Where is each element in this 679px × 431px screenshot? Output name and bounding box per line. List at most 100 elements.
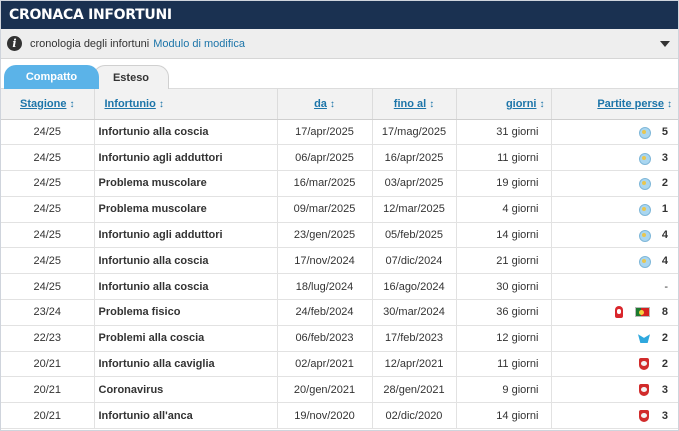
from-date-cell: 20/gen/2021 [277,376,373,404]
games-missed-cell: 4 [551,247,678,275]
injury-cell: Infortunio alla coscia [94,119,278,146]
column-header-from[interactable]: da ↕ [277,89,373,120]
games-missed-cell: 8 [551,299,678,326]
games-missed-cell: 3 [551,376,678,404]
from-date-cell: 19/nov/2020 [277,402,373,430]
sort-icon: ↕ [429,98,435,110]
benfica-crest-icon[interactable] [638,357,650,371]
info-icon: i [7,36,22,51]
games-missed-cell: 4 [551,222,678,249]
sort-icon: ↕ [158,98,164,110]
season-cell: 24/25 [1,170,95,197]
games-missed-cell: 2 [551,325,678,352]
until-date-cell: 05/feb/2025 [372,222,457,249]
lazio-crest-icon[interactable] [638,151,651,165]
table-row: 24/25 Infortunio alla coscia 17/apr/2025 17… [1,119,678,146]
lazio-crest-icon[interactable] [638,125,651,139]
nottingham-forest-crest-icon[interactable] [613,305,625,319]
season-cell: 20/21 [1,351,95,378]
table-row: 24/25 Infortunio agli adduttori 06/apr/202… [1,144,678,172]
until-date-cell: 12/mar/2025 [372,196,457,223]
until-date-cell: 17/mag/2025 [372,119,457,146]
days-cell: 4 giorni [456,196,552,223]
until-date-cell: 16/ago/2024 [372,273,457,301]
benfica-crest-icon[interactable] [638,409,650,423]
column-header-games-missed[interactable]: Partite perse ↕ [551,89,678,120]
injury-cell: Infortunio agli adduttori [94,144,278,172]
marseille-crest-icon[interactable] [638,331,650,345]
sort-icon: ↕ [69,98,75,110]
games-missed-cell: 2 [551,351,678,378]
tab-esteso[interactable]: Esteso [93,65,169,89]
games-missed-cell: - [551,273,678,301]
table-row: 24/25 Problema muscolare 09/mar/2025 12/mar… [1,196,678,223]
from-date-cell: 24/feb/2024 [277,299,373,326]
until-date-cell: 30/mar/2024 [372,299,457,326]
view-tabs: Esteso Compatto [1,59,678,89]
days-cell: 11 giorni [456,144,552,172]
from-date-cell: 16/mar/2025 [277,170,373,197]
injury-cell: Problema muscolare [94,196,278,223]
column-header-until[interactable]: fino al ↕ [372,89,457,120]
from-date-cell: 06/apr/2025 [277,144,373,172]
season-cell: 22/23 [1,325,95,352]
table-row: 20/21 Coronavirus 20/gen/2021 28/gen/2021 9 … [1,376,678,404]
table-row: 24/25 Infortunio agli adduttori 23/gen/202… [1,222,678,249]
lazio-crest-icon[interactable] [638,254,651,268]
games-missed-cell: 2 [551,170,678,197]
until-date-cell: 07/dic/2024 [372,247,457,275]
days-cell: 19 giorni [456,170,552,197]
injury-cell: Infortunio alla caviglia [94,351,278,378]
injury-cell: Problema fisico [94,299,278,326]
season-cell: 24/25 [1,222,95,249]
games-missed-cell: 3 [551,402,678,430]
games-missed-cell: 5 [551,119,678,146]
injury-cell: Infortunio alla coscia [94,273,278,301]
days-cell: 14 giorni [456,222,552,249]
from-date-cell: 06/feb/2023 [277,325,373,352]
column-header-days[interactable]: giorni ↕ [456,89,552,120]
games-missed-count: 2 [661,332,668,345]
from-date-cell: 23/gen/2025 [277,222,373,249]
info-text: cronologia degli infortuni [30,37,150,50]
page-title: CRONACA INFORTUNI [1,1,678,29]
lazio-crest-icon[interactable] [638,202,651,217]
portugal-flag-icon [635,307,650,318]
season-cell: 24/25 [1,119,95,146]
info-bar: i cronologia degli infortuni Modulo di m… [1,29,678,59]
chevron-down-icon[interactable] [660,41,670,47]
until-date-cell: 28/gen/2021 [372,376,457,404]
games-missed-cell: 1 [551,196,678,223]
games-missed-cell: 3 [551,144,678,172]
games-missed-count: 5 [661,125,668,138]
table-row: 23/24 Problema fisico 24/feb/2024 30/mar/20… [1,299,678,326]
games-missed-count: 1 [661,203,668,216]
table-header-row: Stagione ↕ Infortunio ↕ da ↕ fino al ↕ giorn… [1,89,678,120]
until-date-cell: 12/apr/2021 [372,351,457,378]
until-date-cell: 02/dic/2020 [372,402,457,430]
benfica-crest-icon[interactable] [638,383,650,397]
injury-table: Stagione ↕ Infortunio ↕ da ↕ fino al ↕ giorn… [1,89,678,430]
season-cell: 24/25 [1,247,95,275]
lazio-crest-icon[interactable] [638,176,651,191]
sort-icon: ↕ [667,98,672,110]
injury-cell: Problemi alla coscia [94,325,278,352]
column-header-injury[interactable]: Infortunio ↕ [94,89,278,120]
edit-form-link[interactable]: Modulo di modifica [153,38,245,50]
until-date-cell: 03/apr/2025 [372,170,457,197]
lazio-crest-icon[interactable] [638,228,651,243]
from-date-cell: 09/mar/2025 [277,196,373,223]
days-cell: 30 giorni [456,273,552,301]
column-header-season[interactable]: Stagione ↕ [1,89,95,120]
sort-icon: ↕ [539,98,545,110]
games-missed-count: 4 [661,229,668,242]
season-cell: 20/21 [1,402,95,430]
until-date-cell: 17/feb/2023 [372,325,457,352]
from-date-cell: 17/nov/2024 [277,247,373,275]
games-missed-count: 2 [661,177,668,190]
tab-compatto[interactable]: Compatto [4,65,99,89]
games-missed-count: 8 [661,306,668,319]
from-date-cell: 02/apr/2021 [277,351,373,378]
season-cell: 24/25 [1,144,95,172]
injury-cell: Coronavirus [94,376,278,404]
